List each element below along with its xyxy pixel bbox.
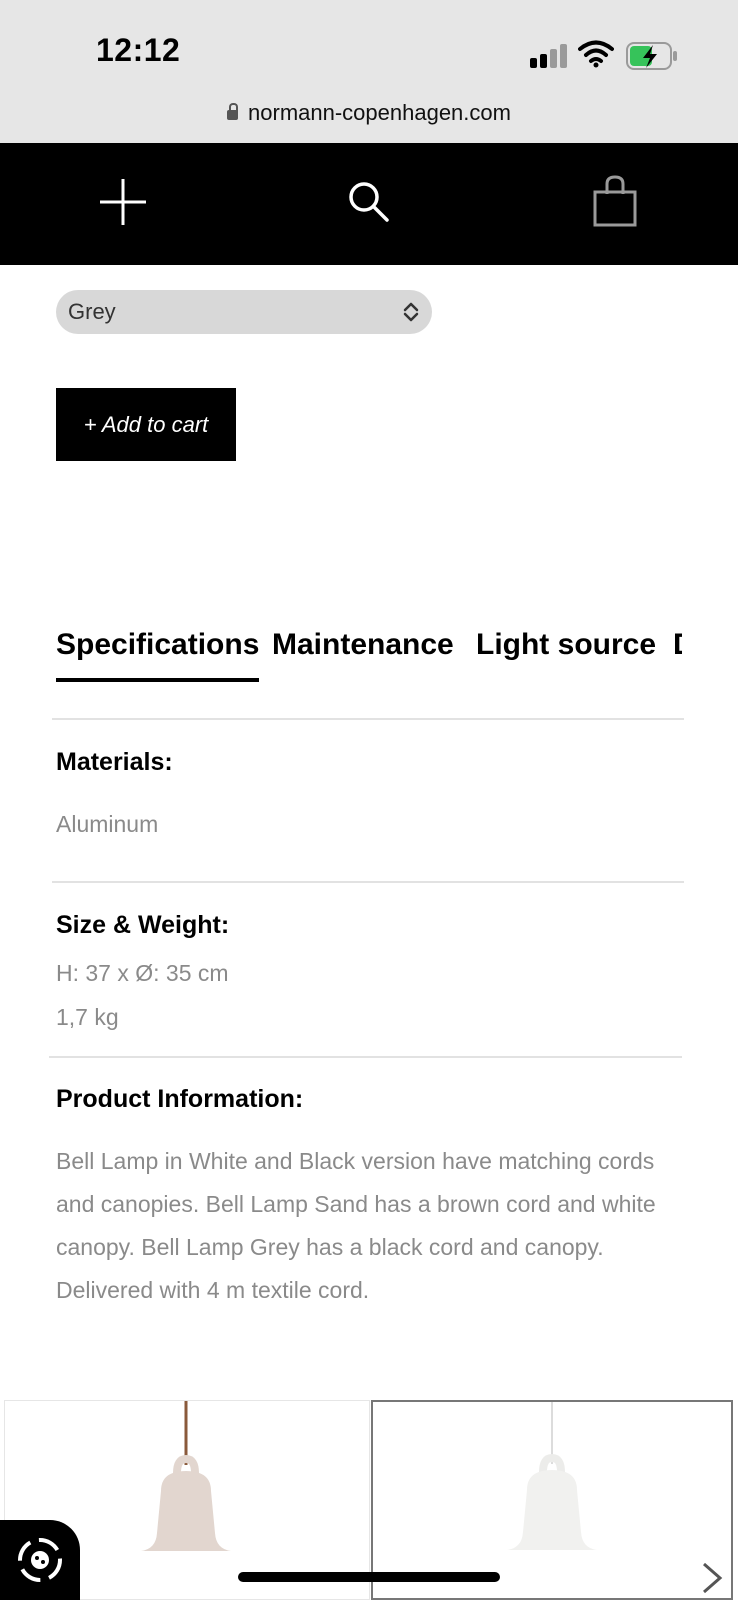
tab-maintenance[interactable]: Maintenance: [272, 628, 454, 678]
tab-partial[interactable]: D: [673, 628, 682, 678]
color-select-value: Grey: [68, 299, 116, 324]
tab-specifications[interactable]: Specifications: [56, 628, 260, 682]
site-header: [0, 143, 738, 265]
materials-heading: Materials:: [56, 748, 173, 776]
wifi-icon: [578, 40, 614, 68]
color-select[interactable]: Grey: [56, 290, 432, 334]
status-bar: 12:12 normann-copenhagen.com: [0, 0, 738, 143]
shopping-bag-icon: [593, 175, 637, 227]
search-button[interactable]: [334, 167, 404, 237]
chevron-right-icon[interactable]: [700, 1560, 724, 1596]
divider: [49, 1056, 682, 1058]
weight-value: 1,7 kg: [56, 1004, 119, 1030]
cellular-signal-icon: [530, 44, 568, 68]
cart-button[interactable]: [580, 167, 650, 237]
product-thumbnails: [0, 1400, 738, 1600]
product-info-text: Bell Lamp in White and Black version hav…: [56, 1148, 656, 1303]
chevron-up-down-icon: [403, 302, 419, 322]
size-weight-heading: Size & Weight:: [56, 911, 230, 939]
size-value: H: 37 x Ø: 35 cm: [56, 960, 229, 986]
clock: 12:12: [96, 32, 181, 68]
materials-value: Aluminum: [56, 811, 159, 837]
home-indicator[interactable]: [238, 1572, 500, 1582]
thumbnail-white[interactable]: [371, 1400, 733, 1600]
lock-icon: [227, 103, 239, 120]
bell-lamp-image: [507, 1402, 597, 1550]
url-text: normann-copenhagen.com: [248, 100, 511, 125]
url-bar[interactable]: normann-copenhagen.com: [0, 100, 738, 126]
plus-cross-icon: [100, 179, 146, 225]
add-to-cart-button[interactable]: + Add to cart: [56, 388, 236, 461]
accessibility-widget-button[interactable]: [0, 1520, 80, 1600]
tab-light-source[interactable]: Light source: [476, 628, 656, 678]
menu-button[interactable]: [88, 167, 158, 237]
battery-charging-icon: [626, 42, 677, 70]
spec-tabs: Specifications Maintenance Light source …: [56, 628, 682, 684]
product-info-heading: Product Information:: [56, 1085, 304, 1113]
divider: [52, 881, 684, 883]
accessibility-icon: [18, 1538, 62, 1582]
search-icon: [349, 182, 389, 222]
divider: [52, 718, 684, 720]
